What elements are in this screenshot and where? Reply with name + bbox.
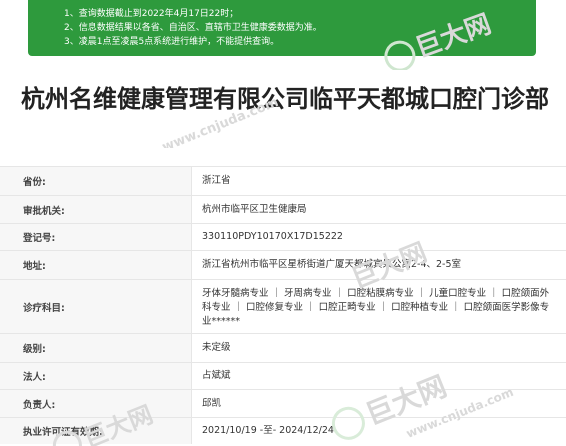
- notice-line: 1、查询数据截止到2022年4月17日22时；: [64, 9, 239, 19]
- info-table: 省份: 浙江省 审批机关: 杭州市临平区卫生健康局 登记号: 330110PDY…: [0, 166, 566, 444]
- row-value: 浙江省: [191, 167, 566, 195]
- table-row-level: 级别: 未定级: [0, 333, 566, 362]
- table-row-subjects: 诊疗科目: 牙体牙髓病专业 ｜ 牙周病专业 ｜ 口腔粘膜病专业 ｜ 儿童口腔专业…: [0, 279, 566, 333]
- table-row-person-in-charge: 负责人: 邱凯: [0, 389, 566, 417]
- row-value: 浙江省杭州市临平区星桥街道广厦天都城宾果公寓2-4、2-5室: [191, 251, 566, 279]
- table-row-legal-person: 法人: 占斌斌: [0, 362, 566, 389]
- row-label: 登记号:: [0, 224, 191, 250]
- row-label: 级别:: [0, 334, 191, 362]
- row-label: 审批机关:: [0, 196, 191, 223]
- row-label: 法人:: [0, 363, 191, 389]
- row-label: 省份:: [0, 167, 191, 195]
- page-title: 杭州名维健康管理有限公司临平天都城口腔门诊部: [21, 85, 549, 113]
- row-value: 邱凯: [191, 390, 566, 417]
- table-row-authority: 审批机关: 杭州市临平区卫生健康局: [0, 195, 566, 223]
- row-value: 占斌斌: [191, 363, 566, 389]
- notice-banner: 1、查询数据截止到2022年4月17日22时； 2、信息数据结果以各省、自治区、…: [28, 0, 536, 56]
- row-value: 杭州市临平区卫生健康局: [191, 196, 566, 223]
- row-value: 未定级: [191, 334, 566, 362]
- notice-line: 2、信息数据结果以各省、自治区、直辖市卫生健康委数据为准。: [64, 23, 322, 33]
- row-label: 诊疗科目:: [0, 280, 191, 333]
- table-row-license-validity: 执业许可证有效期: 2021/10/19 -至- 2024/12/24: [0, 417, 566, 444]
- table-row-registration-number: 登记号: 330110PDY10170X17D15222: [0, 223, 566, 250]
- row-value: 330110PDY10170X17D15222: [191, 224, 566, 250]
- row-label: 负责人:: [0, 390, 191, 417]
- notice-line: 3、凌晨1点至凌晨5点系统进行维护，不能提供查询。: [64, 37, 280, 47]
- table-row-province: 省份: 浙江省: [0, 166, 566, 195]
- row-label: 执业许可证有效期:: [0, 418, 191, 444]
- row-label: 地址:: [0, 251, 191, 279]
- row-value: 2021/10/19 -至- 2024/12/24: [191, 418, 566, 444]
- table-row-address: 地址: 浙江省杭州市临平区星桥街道广厦天都城宾果公寓2-4、2-5室: [0, 250, 566, 279]
- row-value: 牙体牙髓病专业 ｜ 牙周病专业 ｜ 口腔粘膜病专业 ｜ 儿童口腔专业 ｜ 口腔颌…: [191, 280, 566, 333]
